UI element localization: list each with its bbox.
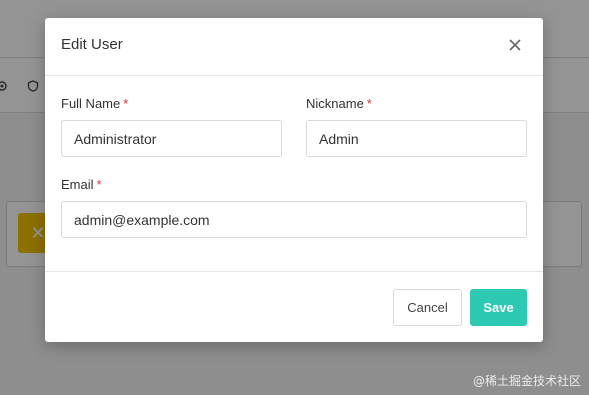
modal-title: Edit User [61, 36, 123, 53]
full-name-label: Full Name * [61, 96, 129, 111]
page: ✕ @稀土掘金技术社区 Edit User Full Name* Nicknam… [0, 0, 589, 395]
email-label: Email * [61, 177, 102, 192]
modal-header: Edit User [45, 18, 543, 76]
watermark: @稀土掘金技术社区 [472, 374, 581, 388]
required-mark: * [366, 96, 372, 111]
edit-user-modal: Edit User Full Name* Nickname* Email* Ca… [45, 18, 543, 342]
modal-footer: Cancel Save [45, 271, 543, 342]
required-mark: * [123, 96, 129, 111]
save-button[interactable]: Save [470, 289, 527, 326]
nickname-input[interactable] [306, 120, 527, 157]
close-icon [509, 39, 521, 51]
full-name-input[interactable] [61, 120, 282, 157]
email-input[interactable] [61, 201, 527, 238]
required-mark: * [96, 177, 102, 192]
close-button[interactable] [505, 35, 525, 55]
cancel-button[interactable]: Cancel [393, 289, 462, 326]
nickname-label: Nickname * [306, 96, 372, 111]
